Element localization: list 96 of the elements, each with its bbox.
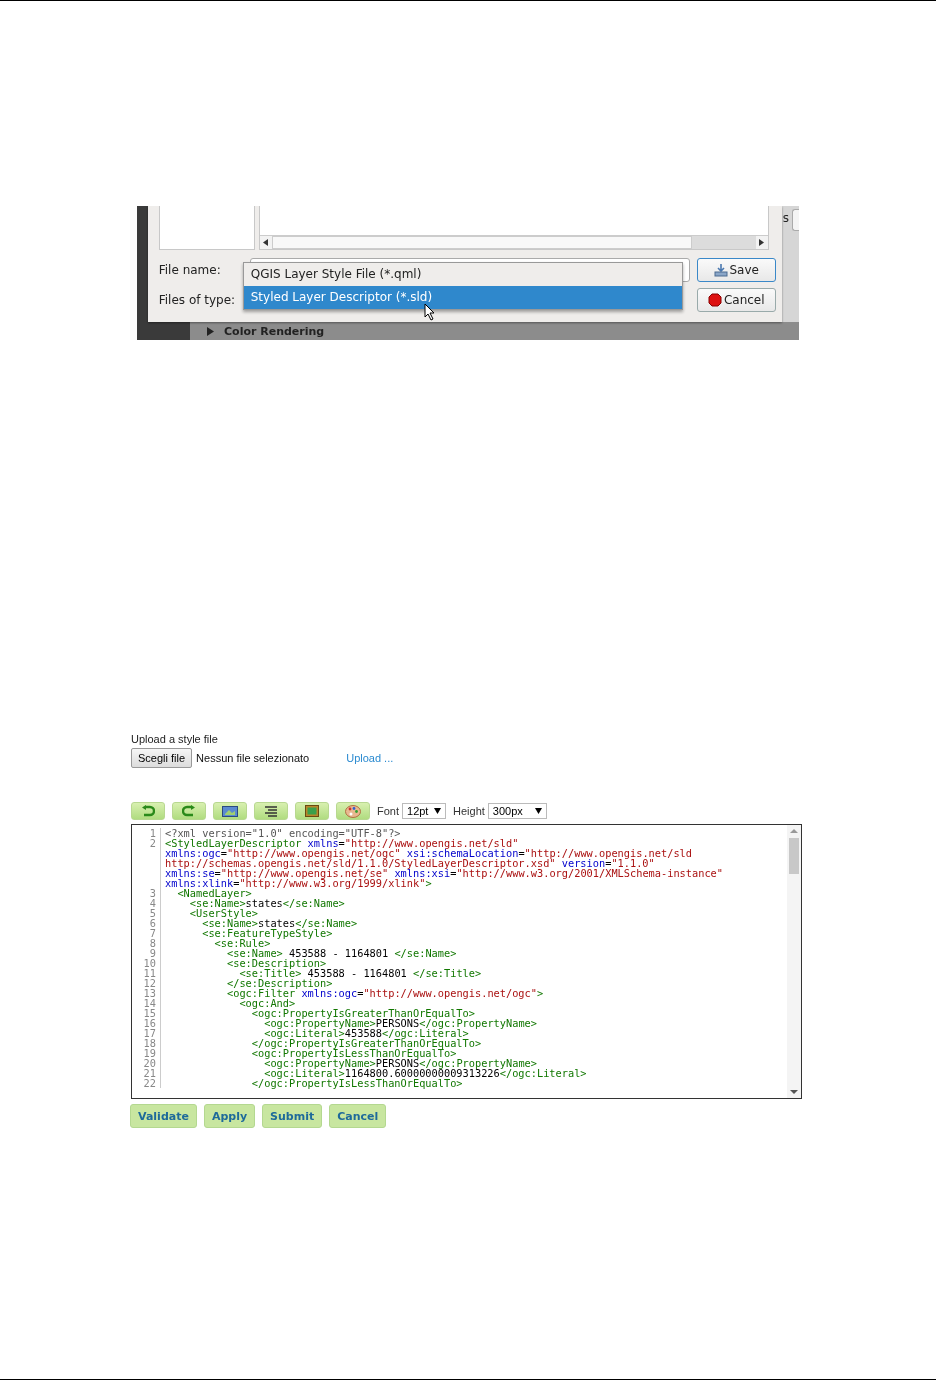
font-label: Font xyxy=(377,805,399,817)
undo-button[interactable] xyxy=(131,802,165,820)
scrollbar-thumb[interactable] xyxy=(789,838,799,874)
line-number: 16 xyxy=(143,1017,156,1029)
section-header: Color Rendering xyxy=(224,324,325,338)
code-line: <ogc:Literal>1164800.60000000009313226</ogc:Literal> xyxy=(263,1068,587,1078)
scroll-left-icon[interactable] xyxy=(263,239,269,246)
code-line: xmlns:se="http://www.opengis.net/se" xmlns:xsi="http://www.w3.org/2001/XMLSchema-instance" xyxy=(165,868,723,878)
code-line: <ogc:Filter xmlns:ogc="http://www.opengis.net/ogc"> xyxy=(226,988,544,998)
palette-button[interactable] xyxy=(336,802,370,820)
dropdown-option[interactable]: QGIS Layer Style File (*.qml) xyxy=(243,263,682,286)
code-line: <UserStyle> xyxy=(188,908,258,918)
code-line: <ogc:Literal>453588</ogc:Literal> xyxy=(263,1028,469,1038)
code-line: <ogc:And> xyxy=(239,998,296,1008)
save-button[interactable]: Save xyxy=(696,258,776,282)
line-number: 11 xyxy=(143,967,156,979)
button-edge xyxy=(792,209,799,231)
line-number: 4 xyxy=(149,897,156,909)
line-number: 20 xyxy=(143,1057,156,1069)
scroll-right-icon[interactable] xyxy=(759,239,765,246)
align-button[interactable] xyxy=(254,802,288,820)
choose-file-button[interactable]: Scegli file xyxy=(131,748,193,768)
code-line: <se:Name>states</se:Name> xyxy=(189,898,345,908)
image-button[interactable] xyxy=(213,802,247,820)
scroll-down-icon[interactable] xyxy=(790,1089,798,1095)
save-icon xyxy=(713,263,728,277)
code-line: <se:Name>states</se:Name> xyxy=(202,918,358,928)
line-number: 9 xyxy=(149,947,156,959)
code-line: <ogc:PropertyIsGreaterThanOrEqualTo> xyxy=(251,1008,475,1018)
font-size-select[interactable]: 12pt xyxy=(402,803,446,819)
code-line: xmlns:xlink="http://www.w3.org/1999/xlink"> xyxy=(165,878,432,888)
file-type-label: Files of type: xyxy=(158,293,237,307)
height-select[interactable]: 300px xyxy=(487,803,547,819)
line-number: 6 xyxy=(149,917,156,929)
mouse-cursor-icon xyxy=(423,303,436,321)
line-number: 21 xyxy=(143,1067,156,1079)
code-editor[interactable] xyxy=(131,824,802,1099)
scrollbar-thumb[interactable] xyxy=(271,236,692,249)
redo-button[interactable] xyxy=(172,802,206,820)
line-number: 1 xyxy=(149,827,156,839)
line-number: 5 xyxy=(149,907,156,919)
text-lines-icon xyxy=(265,805,277,817)
line-number: 8 xyxy=(149,937,156,949)
action-button[interactable]: Apply xyxy=(203,1104,256,1128)
image-icon xyxy=(222,805,238,817)
expand-arrow-icon[interactable] xyxy=(207,326,214,336)
cut-label: s xyxy=(782,211,789,225)
code-line: <se:Title> 453588 - 1164801 </se:Title> xyxy=(239,968,482,978)
code-line: xmlns:ogc="http://www.opengis.net/ogc" xsi:schemaLocation="http://www.opengis.net/sld xyxy=(165,848,692,858)
code-line: <StyledLayerDescriptor xmlns="http://www.opengis.net/sld" xyxy=(165,838,519,848)
horizontal-scrollbar[interactable] xyxy=(259,235,768,249)
code-line: </se:Description> xyxy=(226,978,333,988)
dropdown-arrow-icon xyxy=(534,808,542,814)
height-label: Height xyxy=(453,805,485,817)
line-number: 17 xyxy=(143,1027,156,1039)
file-status-text: Nessun file selezionato xyxy=(196,752,310,764)
line-number: 19 xyxy=(143,1047,156,1059)
line-number: 2 xyxy=(149,837,156,849)
code-line: http://schemas.opengis.net/sld/1.1.0/StyledLayerDescriptor.xsd" version="1.1.0" xyxy=(165,858,655,868)
code-line: </ogc:PropertyIsGreaterThanOrEqualTo> xyxy=(250,1038,482,1048)
upload-title: Upload a style file xyxy=(131,733,218,745)
cancel-button[interactable]: Cancel xyxy=(696,288,776,312)
line-number: 12 xyxy=(143,977,156,989)
line-number: 22 xyxy=(143,1077,156,1089)
line-number: 18 xyxy=(143,1037,156,1049)
upload-link[interactable]: Upload ... xyxy=(346,752,394,764)
code-line: <se:Description> xyxy=(226,958,327,968)
line-number: 3 xyxy=(149,887,156,899)
picture-button[interactable] xyxy=(295,802,329,820)
code-line: <se:Name> 453588 - 1164801 </se:Name> xyxy=(226,948,457,958)
code-line: <NamedLayer> xyxy=(176,888,252,898)
code-line: <ogc:PropertyName>PERSONS</ogc:PropertyName> xyxy=(264,1018,537,1028)
line-number: 15 xyxy=(143,1007,156,1019)
redo-icon xyxy=(182,805,196,817)
line-number: 13 xyxy=(143,987,156,999)
code-line: <se:Rule> xyxy=(214,938,271,948)
vertical-scrollbar[interactable] xyxy=(787,825,801,1098)
undo-icon xyxy=(141,805,155,817)
dropdown-option[interactable]: Styled Layer Descriptor (*.sld) xyxy=(243,286,682,309)
file-name-label: File name: xyxy=(158,263,222,277)
action-button[interactable]: Validate xyxy=(130,1104,197,1128)
line-number: 14 xyxy=(143,997,156,1009)
code-line: <se:FeatureTypeStyle> xyxy=(201,928,333,938)
action-button[interactable]: Submit xyxy=(262,1104,323,1128)
code-line: </ogc:PropertyIsLessThanOrEqualTo> xyxy=(250,1078,463,1088)
code-line: <ogc:PropertyIsLessThanOrEqualTo> xyxy=(250,1048,457,1058)
dropdown-arrow-icon xyxy=(434,808,441,814)
scroll-up-icon[interactable] xyxy=(790,828,798,834)
line-number: 10 xyxy=(143,957,156,969)
picture-icon xyxy=(305,805,319,817)
palette-icon xyxy=(345,804,361,818)
stop-icon xyxy=(707,293,722,307)
line-number: 7 xyxy=(149,927,156,939)
code-line: <?xml version="1.0" encoding="UTF-8"?> xyxy=(165,828,401,838)
action-button[interactable]: Cancel xyxy=(329,1104,387,1128)
code-line: <ogc:PropertyName>PERSONS</ogc:PropertyName> xyxy=(264,1058,537,1068)
